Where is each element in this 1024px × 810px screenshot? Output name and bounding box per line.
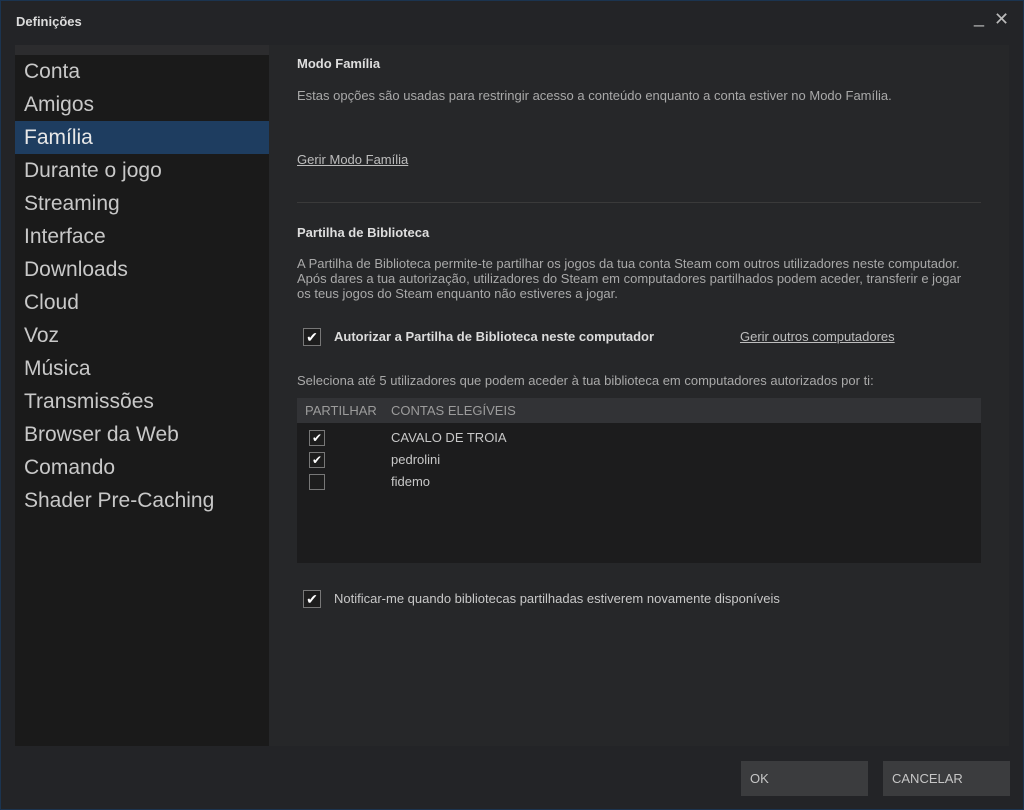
sidebar-item-13[interactable]: Shader Pre-Caching [15, 484, 269, 517]
share-checkbox[interactable]: ✔ [309, 430, 325, 446]
account-name: fidemo [391, 474, 431, 489]
sidebar-item-2[interactable]: Família [15, 121, 269, 154]
account-name: CAVALO DE TROIA [391, 430, 507, 445]
table-row: fidemo [297, 471, 981, 493]
ok-button[interactable]: OK [741, 761, 868, 796]
column-accounts: CONTAS ELEGÍVEIS [391, 403, 516, 418]
notify-label: Notificar-me quando bibliotecas partilha… [334, 591, 780, 606]
family-mode-description: Estas opções são usadas para restringir … [297, 88, 892, 103]
sidebar-item-5[interactable]: Interface [15, 220, 269, 253]
accounts-table: PARTILHAR CONTAS ELEGÍVEIS ✔ CAVALO DE TR… [297, 398, 981, 563]
manage-family-link[interactable]: Gerir Modo Família [297, 152, 408, 167]
settings-window: Definições _ ✕ Conta Amigos Família Durante… [1, 1, 1023, 809]
column-share: PARTILHAR [305, 403, 377, 418]
sidebar-item-6[interactable]: Downloads [15, 253, 269, 286]
sidebar-item-4[interactable]: Streaming [15, 187, 269, 220]
sidebar-item-12[interactable]: Comando [15, 451, 269, 484]
cancel-button[interactable]: CANCELAR [883, 761, 1010, 796]
sidebar-item-11[interactable]: Browser da Web [15, 418, 269, 451]
table-row: ✔ pedrolini [297, 449, 981, 471]
library-sharing-description: A Partilha de Biblioteca permite-te part… [297, 256, 962, 301]
sidebar: Conta Amigos Família Durante o jogo Streamin… [15, 45, 269, 746]
sidebar-item-8[interactable]: Voz [15, 319, 269, 352]
sidebar-item-1[interactable]: Amigos [15, 88, 269, 121]
minimize-icon[interactable]: _ [974, 7, 984, 28]
share-checkbox[interactable] [309, 474, 325, 490]
sidebar-item-9[interactable]: Música [15, 352, 269, 385]
share-checkbox[interactable]: ✔ [309, 452, 325, 468]
account-name: pedrolini [391, 452, 441, 467]
library-sharing-title: Partilha de Biblioteca [297, 225, 430, 240]
select-hint: Seleciona até 5 utilizadores que podem a… [297, 373, 874, 388]
table-row: ✔ CAVALO DE TROIA [297, 427, 981, 449]
notify-checkbox[interactable]: ✔ [303, 590, 321, 608]
manage-other-computers-link[interactable]: Gerir outros computadores [740, 329, 895, 344]
sidebar-item-0[interactable]: Conta [15, 55, 269, 88]
close-icon[interactable]: ✕ [994, 9, 1009, 30]
family-mode-title: Modo Família [297, 56, 381, 71]
sidebar-item-7[interactable]: Cloud [15, 286, 269, 319]
content-panel: Modo Família Estas opções são usadas par… [269, 45, 1009, 746]
window-title: Definições [16, 14, 82, 29]
authorize-checkbox[interactable]: ✔ [303, 328, 321, 346]
sidebar-item-3[interactable]: Durante o jogo [15, 154, 269, 187]
sidebar-item-10[interactable]: Transmissões [15, 385, 269, 418]
authorize-label: Autorizar a Partilha de Biblioteca neste… [334, 329, 655, 344]
divider [297, 202, 981, 203]
table-header: PARTILHAR CONTAS ELEGÍVEIS [297, 398, 981, 423]
